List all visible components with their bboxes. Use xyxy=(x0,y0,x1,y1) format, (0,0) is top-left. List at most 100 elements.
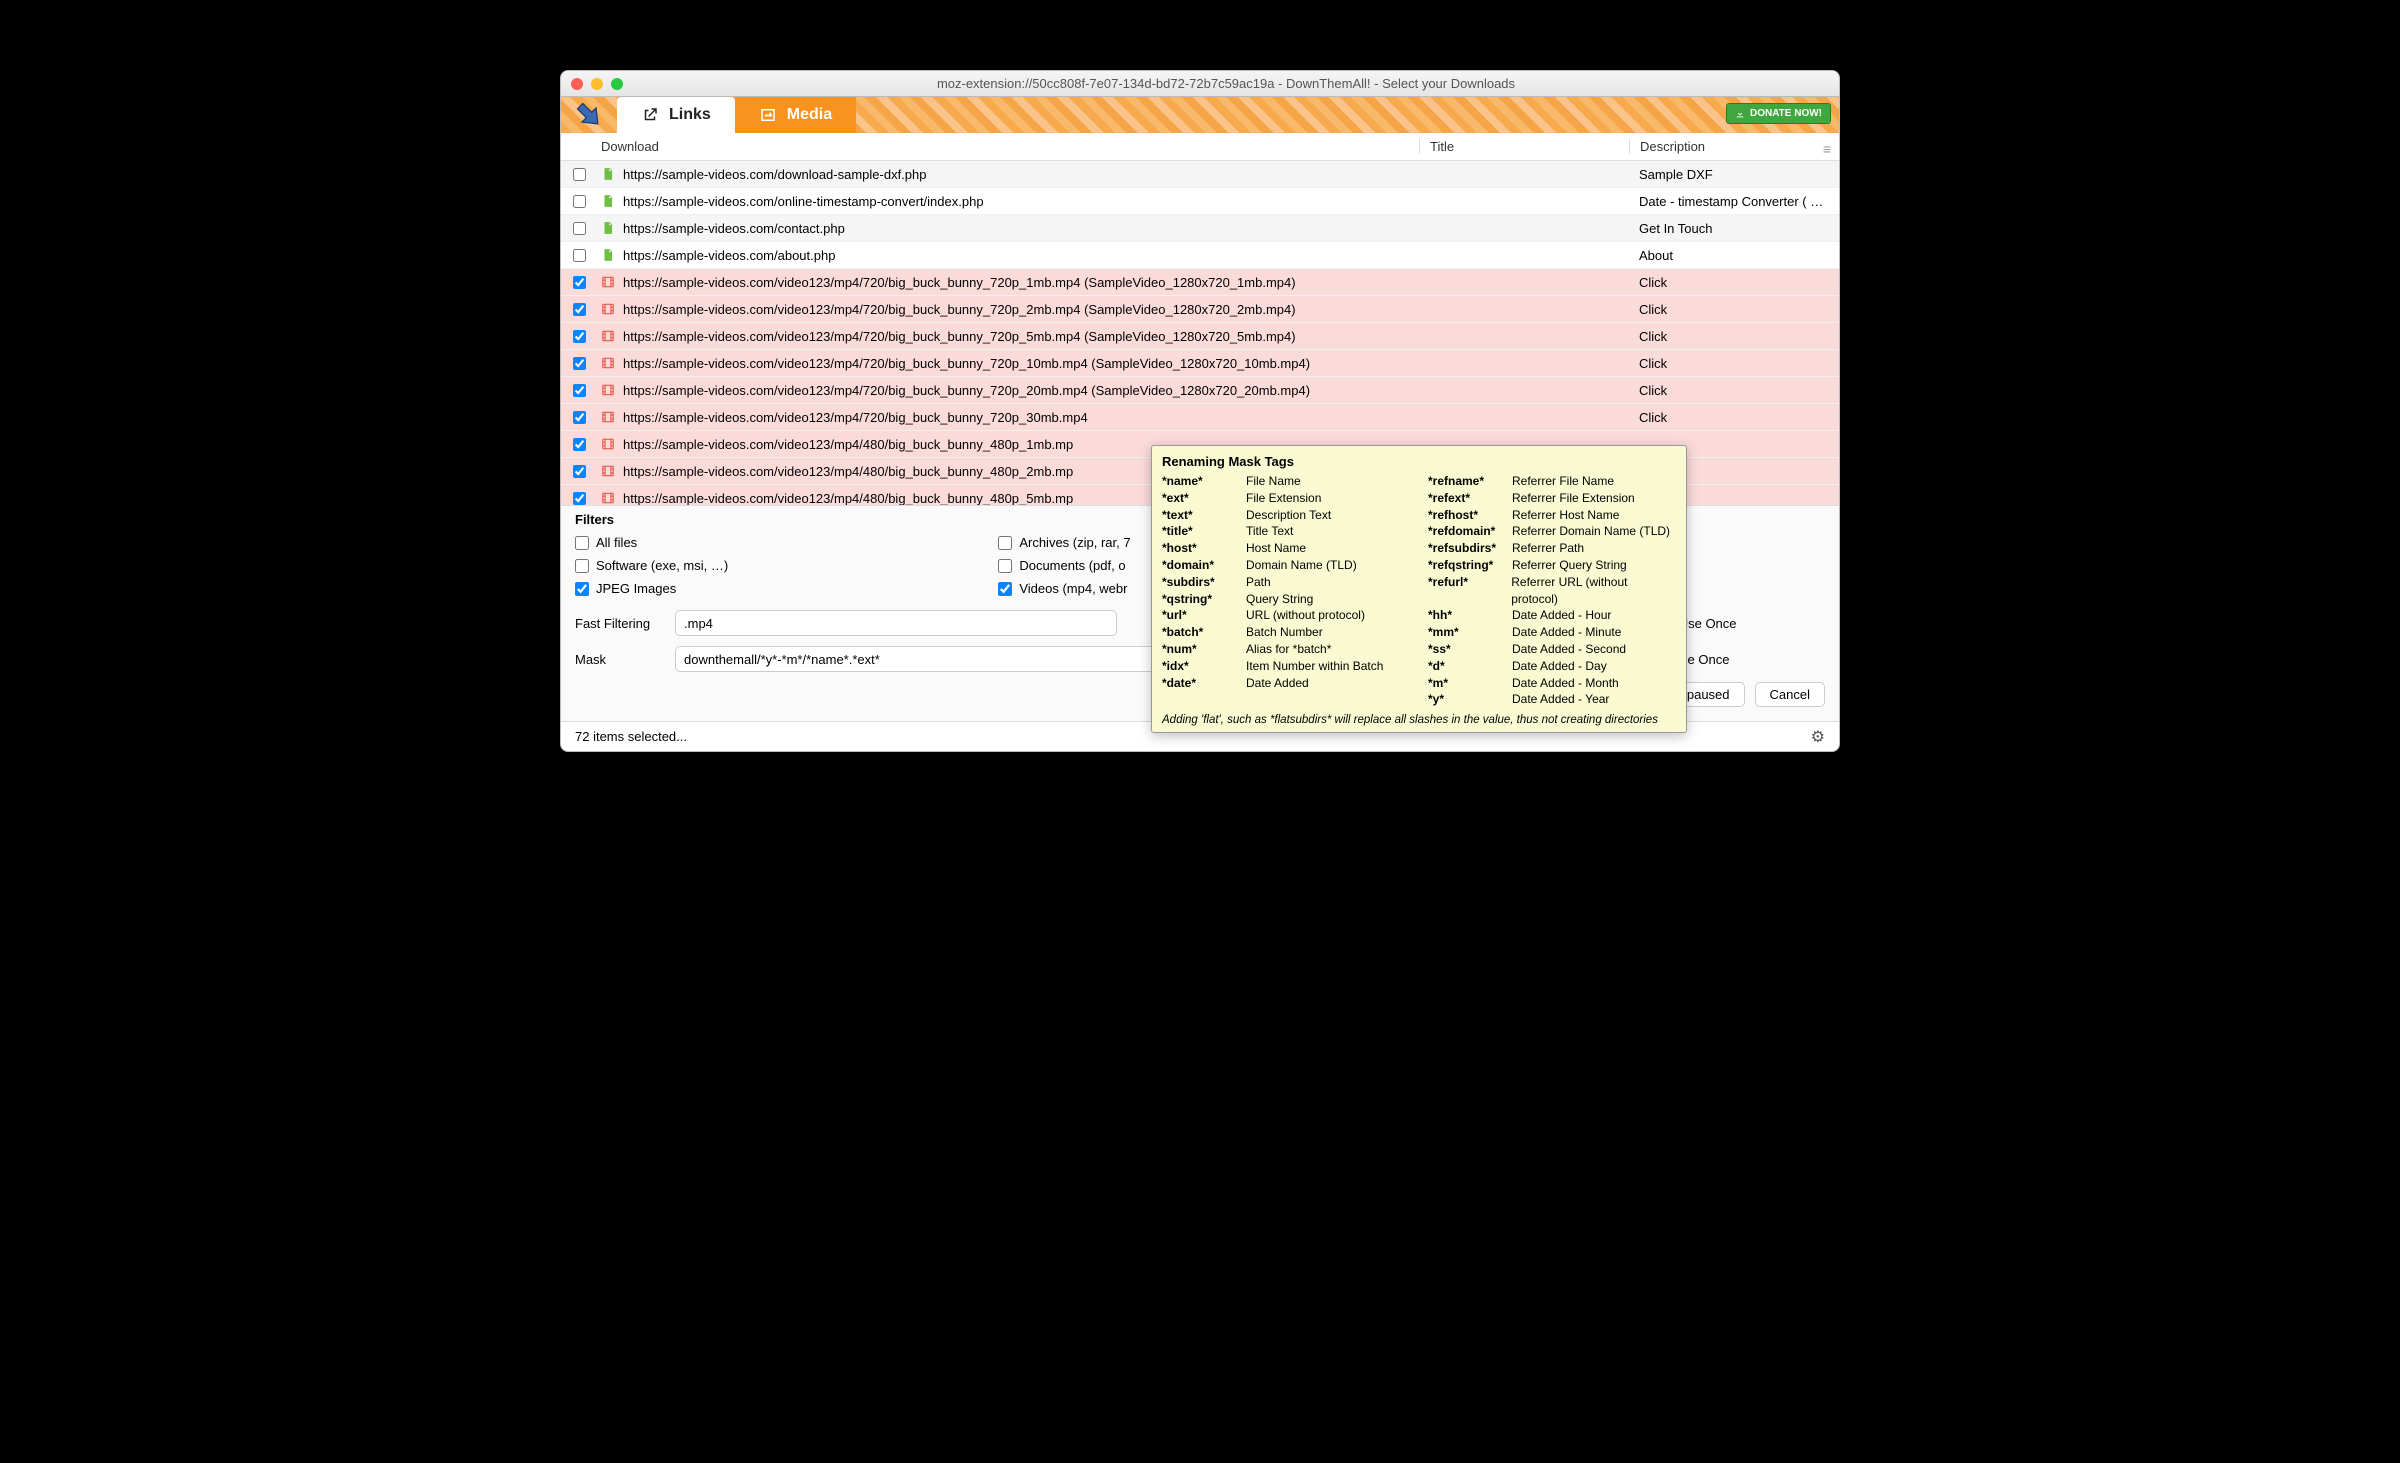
document-icon xyxy=(597,194,619,208)
share-icon xyxy=(641,106,659,124)
row-checkbox[interactable] xyxy=(573,330,586,343)
row-url: https://sample-videos.com/video123/mp4/7… xyxy=(619,356,1419,371)
table-row[interactable]: https://sample-videos.com/video123/mp4/7… xyxy=(561,296,1839,323)
close-icon[interactable] xyxy=(571,78,583,90)
table-row[interactable]: https://sample-videos.com/online-timesta… xyxy=(561,188,1839,215)
row-checkbox[interactable] xyxy=(573,492,586,505)
row-checkbox[interactable] xyxy=(573,357,586,370)
row-checkbox[interactable] xyxy=(573,168,586,181)
tag-name: *refurl* xyxy=(1428,574,1511,608)
document-icon xyxy=(597,167,619,181)
tag-desc: Referrer Query String xyxy=(1512,557,1627,574)
table-row[interactable]: https://sample-videos.com/contact.phpGet… xyxy=(561,215,1839,242)
filter-checkbox[interactable] xyxy=(998,559,1012,573)
tooltip-tag-row: *hh*Date Added - Hour xyxy=(1428,607,1676,624)
table-row[interactable]: https://sample-videos.com/video123/mp4/7… xyxy=(561,269,1839,296)
row-description: Click xyxy=(1629,410,1839,425)
video-icon xyxy=(597,437,619,451)
tooltip-tag-row: *name*File Name xyxy=(1162,473,1410,490)
row-checkbox[interactable] xyxy=(573,438,586,451)
tag-name: *ext* xyxy=(1162,490,1246,507)
tooltip-tag-row: *date*Date Added xyxy=(1162,675,1410,692)
filter-checkbox[interactable] xyxy=(575,536,589,550)
tooltip-tag-row: *host*Host Name xyxy=(1162,540,1410,557)
tag-desc: Date Added - Year xyxy=(1512,691,1609,708)
app-logo-icon xyxy=(561,97,617,133)
filter-option[interactable]: JPEG Images xyxy=(575,581,978,596)
row-checkbox[interactable] xyxy=(573,195,586,208)
tab-links-label: Links xyxy=(669,106,711,124)
row-checkbox[interactable] xyxy=(573,384,586,397)
tooltip-tag-row: *refdomain*Referrer Domain Name (TLD) xyxy=(1428,523,1676,540)
filter-checkbox[interactable] xyxy=(998,536,1012,550)
tag-name: *refqstring* xyxy=(1428,557,1512,574)
columns-menu-icon[interactable]: ≡ xyxy=(1823,142,1831,156)
row-checkbox[interactable] xyxy=(573,222,586,235)
filter-option[interactable]: Software (exe, msi, …) xyxy=(575,558,978,573)
tooltip-tag-row: *domain*Domain Name (TLD) xyxy=(1162,557,1410,574)
maximize-icon[interactable] xyxy=(611,78,623,90)
tab-media[interactable]: Media xyxy=(735,97,856,133)
tag-name: *y* xyxy=(1428,691,1512,708)
fast-filter-input[interactable] xyxy=(675,610,1117,636)
tag-name: *idx* xyxy=(1162,658,1246,675)
tooltip-tag-row: *refhost*Referrer Host Name xyxy=(1428,507,1676,524)
filter-checkbox[interactable] xyxy=(998,582,1012,596)
table-row[interactable]: https://sample-videos.com/video123/mp4/7… xyxy=(561,350,1839,377)
tag-name: *name* xyxy=(1162,473,1246,490)
tab-media-label: Media xyxy=(787,106,832,124)
fast-filter-label: Fast Filtering xyxy=(575,616,665,631)
window-controls xyxy=(571,78,623,90)
table-row[interactable]: https://sample-videos.com/download-sampl… xyxy=(561,161,1839,188)
tag-name: *domain* xyxy=(1162,557,1246,574)
table-row[interactable]: https://sample-videos.com/video123/mp4/7… xyxy=(561,323,1839,350)
tag-desc: Title Text xyxy=(1246,523,1293,540)
tooltip-tag-row: *m*Date Added - Month xyxy=(1428,675,1676,692)
video-icon xyxy=(597,410,619,424)
tooltip-tag-row: *refext*Referrer File Extension xyxy=(1428,490,1676,507)
minimize-icon[interactable] xyxy=(591,78,603,90)
tag-desc: Date Added - Minute xyxy=(1512,624,1621,641)
row-checkbox[interactable] xyxy=(573,465,586,478)
tag-name: *title* xyxy=(1162,523,1246,540)
row-url: https://sample-videos.com/video123/mp4/7… xyxy=(619,383,1419,398)
tag-desc: Domain Name (TLD) xyxy=(1246,557,1357,574)
donate-button[interactable]: DONATE NOW! xyxy=(1726,103,1831,124)
filter-checkbox[interactable] xyxy=(575,582,589,596)
tag-name: *num* xyxy=(1162,641,1246,658)
tag-desc: Query String xyxy=(1246,591,1313,608)
document-icon xyxy=(597,221,619,235)
row-description: Date - timestamp Converter ( … xyxy=(1629,194,1839,209)
tooltip-tag-row: *idx*Item Number within Batch xyxy=(1162,658,1410,675)
tag-name: *d* xyxy=(1428,658,1512,675)
filter-label: JPEG Images xyxy=(596,581,676,596)
table-row[interactable]: https://sample-videos.com/about.phpAbout xyxy=(561,242,1839,269)
row-checkbox[interactable] xyxy=(573,303,586,316)
header-title[interactable]: Title xyxy=(1419,139,1629,154)
tooltip-title: Renaming Mask Tags xyxy=(1162,454,1676,469)
tag-name: *date* xyxy=(1162,675,1246,692)
row-url: https://sample-videos.com/online-timesta… xyxy=(619,194,1419,209)
table-row[interactable]: https://sample-videos.com/video123/mp4/7… xyxy=(561,377,1839,404)
tag-desc: Path xyxy=(1246,574,1271,591)
row-url: https://sample-videos.com/video123/mp4/7… xyxy=(619,275,1419,290)
tag-name: *refext* xyxy=(1428,490,1512,507)
header-download[interactable]: Download xyxy=(597,139,1419,154)
cancel-button[interactable]: Cancel xyxy=(1755,682,1825,707)
video-icon xyxy=(597,302,619,316)
tag-name: *refsubdirs* xyxy=(1428,540,1512,557)
video-icon xyxy=(597,329,619,343)
tag-desc: URL (without protocol) xyxy=(1246,607,1365,624)
gear-icon[interactable]: ⚙ xyxy=(1811,727,1825,747)
tab-links[interactable]: Links xyxy=(617,97,735,133)
tooltip-tag-row: *ss*Date Added - Second xyxy=(1428,641,1676,658)
filter-checkbox[interactable] xyxy=(575,559,589,573)
row-checkbox[interactable] xyxy=(573,276,586,289)
filter-option[interactable]: All files xyxy=(575,535,978,550)
row-checkbox[interactable] xyxy=(573,411,586,424)
table-row[interactable]: https://sample-videos.com/video123/mp4/7… xyxy=(561,404,1839,431)
header-description[interactable]: Description xyxy=(1629,139,1839,154)
row-checkbox[interactable] xyxy=(573,249,586,262)
tag-desc: Description Text xyxy=(1246,507,1331,524)
filter-label: All files xyxy=(596,535,637,550)
